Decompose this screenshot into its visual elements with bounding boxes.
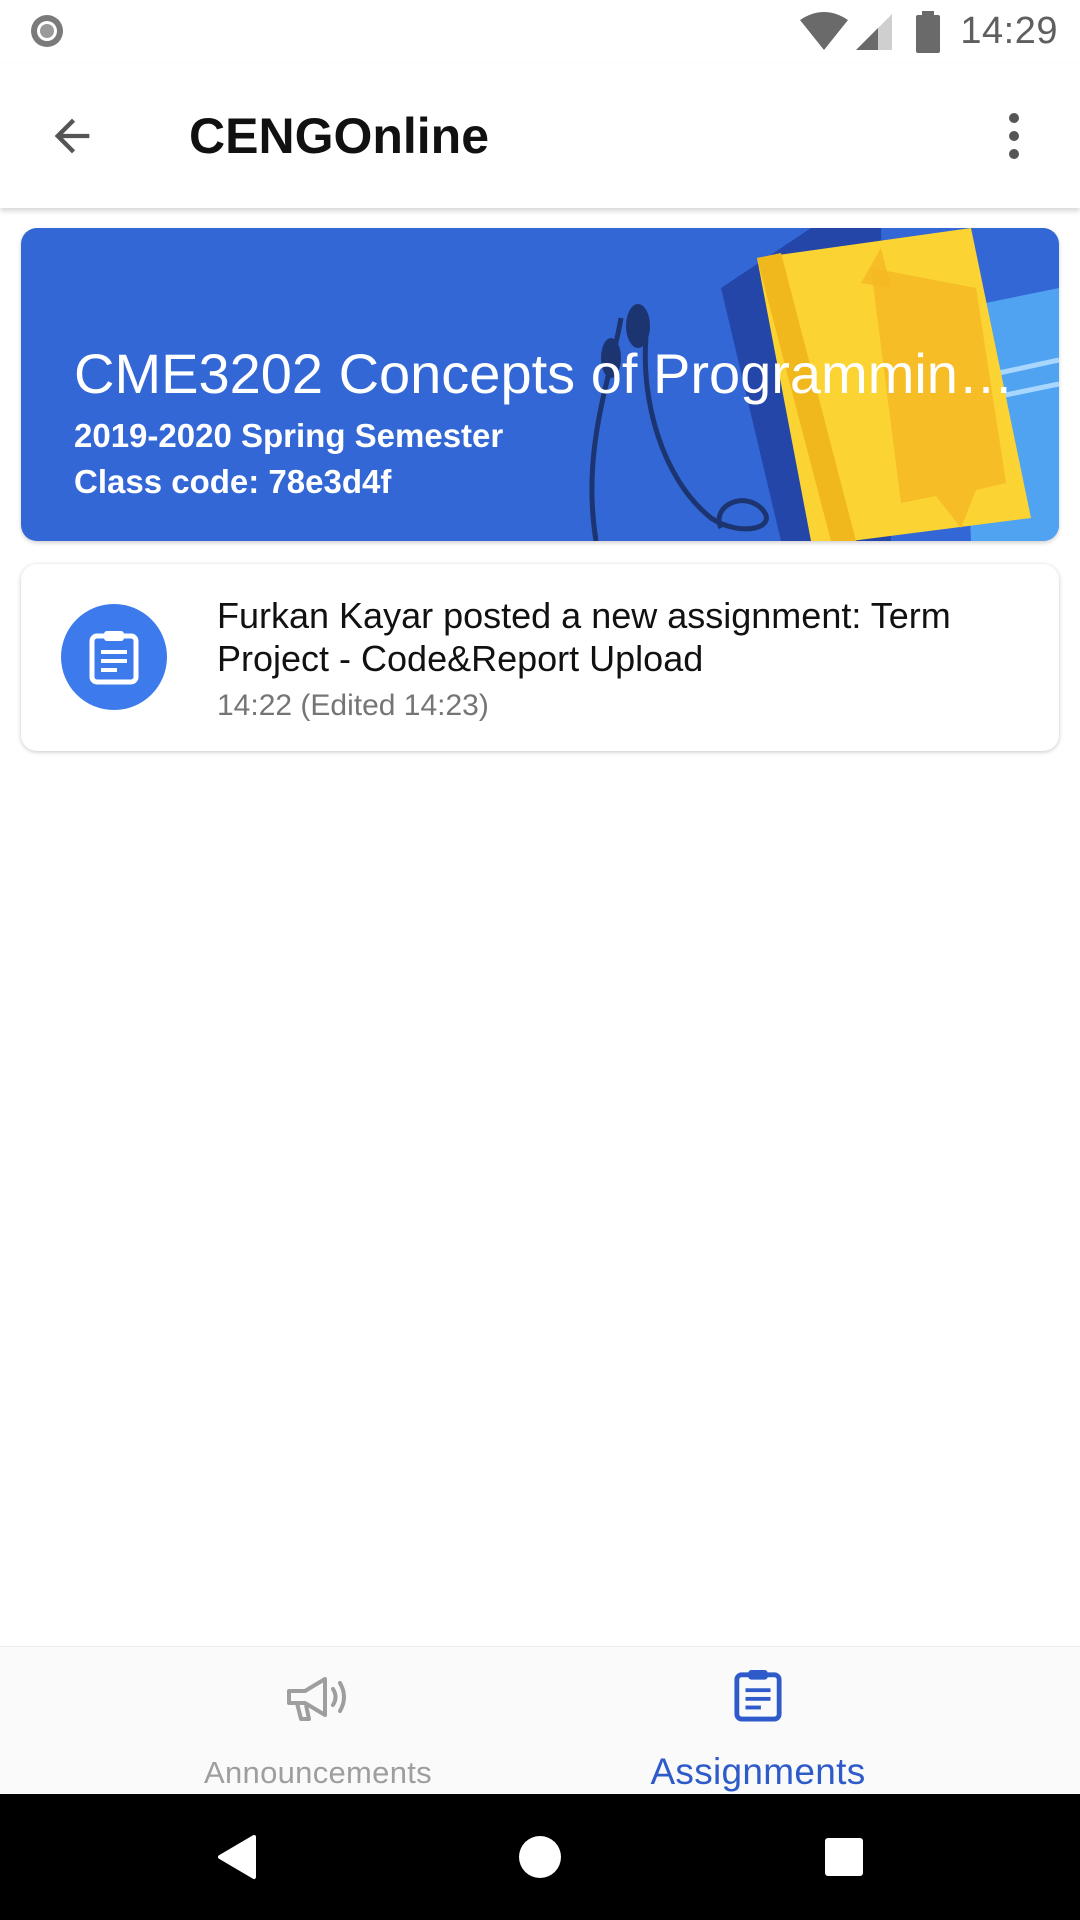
recents-square-icon	[825, 1838, 863, 1876]
assignment-time: 14:22 (Edited 14:23)	[217, 689, 489, 722]
status-time: 14:29	[960, 10, 1058, 52]
back-triangle-icon	[218, 1835, 256, 1879]
arrow-back-icon	[54, 118, 90, 154]
assignment-text: Furkan Kayar posted a new assignment: Te…	[217, 595, 951, 679]
back-button[interactable]	[36, 100, 108, 172]
record-icon	[31, 15, 63, 47]
class-code: Class code: 78e3d4f	[74, 463, 392, 500]
system-recents-button[interactable]	[808, 1821, 880, 1893]
megaphone-icon	[287, 1677, 346, 1721]
assignment-icon	[734, 1670, 782, 1722]
assignment-card[interactable]: Furkan Kayar posted a new assignment: Te…	[21, 564, 1059, 751]
assignment-icon	[89, 631, 139, 685]
system-home-button[interactable]	[504, 1821, 576, 1893]
more-options-button[interactable]	[978, 100, 1050, 172]
class-banner[interactable]: CME3202 Concepts of Programmin… 2019-202…	[21, 228, 1059, 541]
cellular-signal-icon	[856, 13, 893, 50]
home-circle-icon	[519, 1836, 561, 1878]
battery-icon	[916, 10, 941, 53]
app-bar: CENGOnline	[0, 63, 1080, 208]
status-bar: 14:29	[0, 0, 1080, 63]
system-back-button[interactable]	[200, 1821, 272, 1893]
more-vertical-icon	[1009, 113, 1019, 159]
bottom-navigation: Announcements Assignments	[0, 1646, 1080, 1795]
status-right: 14:29	[798, 0, 1058, 63]
wifi-icon	[800, 11, 849, 50]
tab-assignments-label: Assignments	[650, 1751, 866, 1792]
screen: 14:29 CENGOnline CME3202 Concepts of Pro…	[0, 0, 1080, 1920]
assignment-avatar	[61, 604, 167, 710]
class-semester: 2019-2020 Spring Semester	[74, 417, 504, 454]
tab-assignments[interactable]: Assignments	[488, 1647, 1028, 1795]
class-title: CME3202 Concepts of Programmin…	[74, 342, 1014, 405]
app-title: CENGOnline	[189, 108, 490, 164]
system-navigation-bar	[0, 1794, 1080, 1920]
